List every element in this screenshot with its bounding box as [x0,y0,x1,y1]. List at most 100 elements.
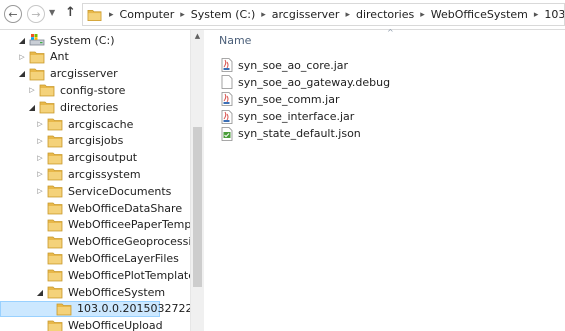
file-list: Name ^ syn_soe_ao_core.jar syn_soe_ao_gat… [205,28,565,331]
tree-item[interactable]: ▷ ServiceDocuments [0,183,190,199]
breadcrumb-item[interactable]: directories [354,8,416,21]
tree-item[interactable]: ▷ arcgisoutput [0,150,190,166]
tree-item[interactable]: ▷ arcgiscache [0,116,190,132]
address-bar: ← → ▼ ↑ ▸ Computer ▸ System (C:) ▸ arcgisserv… [0,0,565,30]
collapsed-arrow-icon[interactable]: ▷ [18,53,26,61]
tree-item[interactable]: ▷ arcgissystem [0,166,190,182]
tree-item[interactable]: ◢ WebOfficeSystem [0,284,190,300]
recent-locations-button[interactable]: ▼ [49,8,55,17]
file-item[interactable]: syn_soe_ao_gateway.debug [221,74,390,90]
tree-item-label: WebOfficeDataShare [68,201,183,215]
tree-item-label: directories [60,100,119,114]
chevron-right-icon[interactable]: ▸ [105,10,118,20]
collapsed-arrow-icon[interactable]: ▷ [36,170,44,178]
folder-icon [29,51,45,64]
scroll-up-icon[interactable]: ▲ [191,32,204,40]
drive-icon [29,34,45,46]
tree-item[interactable]: ◢ directories [0,99,190,115]
folder-icon [47,168,63,181]
collapsed-arrow-icon[interactable]: ▷ [28,86,36,94]
tree-item-label: arcgisjobs [68,134,124,148]
jar-file-icon [221,58,233,72]
folder-icon [47,202,63,215]
tree-item[interactable]: ◢ arcgisserver [0,66,190,82]
tree-item-label: WebOfficeGeoprocessing [68,235,190,249]
navigation-pane: ◢ System (C:) ▷ Ant ◢ arcgisserver ▷ config-sto… [0,30,190,331]
chevron-right-icon[interactable]: ▸ [341,10,354,20]
arrow-up-icon: ↑ [65,5,76,20]
breadcrumb[interactable]: ▸ Computer ▸ System (C:) ▸ arcgisserver ▸ direc… [82,3,565,26]
expanded-arrow-icon[interactable]: ◢ [36,288,44,297]
file-name: syn_soe_ao_core.jar [238,58,349,72]
tree-item[interactable]: WebOfficeGeoprocessing [0,234,190,250]
scrollbar-thumb[interactable] [193,127,202,287]
folder-icon [47,252,63,265]
breadcrumb-item[interactable]: WebOfficeSystem [429,8,530,21]
folder-icon [87,9,102,21]
collapsed-arrow-icon[interactable]: ▷ [36,154,44,162]
file-item[interactable]: syn_soe_ao_core.jar [221,57,348,73]
file-item[interactable]: syn_state_default.json [221,126,361,142]
blank-file-icon [221,75,233,90]
expanded-arrow-icon[interactable]: ◢ [18,36,26,45]
tree-item[interactable]: WebOfficeLayerFiles [0,250,190,266]
name-column-label: Name [219,34,252,47]
tree-item[interactable]: ▷ config-store [0,82,190,98]
collapsed-arrow-icon[interactable]: ▷ [36,187,44,195]
file-name: syn_soe_ao_gateway.debug [238,75,391,89]
tree-item[interactable]: ▷ Ant [0,49,190,65]
tree-item[interactable]: WebOfficePlotTemplates [0,267,190,283]
up-button[interactable]: ↑ [65,5,76,20]
file-name: syn_soe_comm.jar [238,92,340,106]
sort-ascending-icon: ^ [387,28,394,37]
tree-item-label: WebOfficePlotTemplates [68,268,190,282]
tree-item[interactable]: WebOfficeePaperTemplates [0,217,190,233]
jar-file-icon [221,92,233,107]
folder-icon [47,286,63,299]
breadcrumb-item[interactable]: System (C:) [189,8,258,21]
tree-item[interactable]: ◢ System (C:) [0,32,190,48]
file-item[interactable]: syn_soe_interface.jar [221,109,354,125]
back-button[interactable]: ← [4,5,22,23]
tree-item-label: System (C:) [50,33,115,47]
folder-icon [47,135,63,148]
folder-icon [47,152,63,164]
tree-item[interactable]: ▷ arcgisjobs [0,133,190,149]
folder-icon [56,303,72,316]
folder-icon [39,84,55,97]
name-column-header[interactable]: Name [219,34,251,47]
folder-icon [29,68,45,80]
breadcrumb-item[interactable]: Computer [118,8,177,21]
json-file-icon [221,126,233,141]
breadcrumb-item[interactable]: arcgisserver [270,8,342,21]
chevron-right-icon[interactable]: ▸ [176,10,189,20]
tree-item-label: Ant [50,50,69,64]
tree-item-label: WebOfficeLayerFiles [68,251,179,265]
jar-file-icon [221,109,233,124]
folder-icon [47,269,63,282]
tree-item-label: ServiceDocuments [68,184,172,198]
tree-item[interactable]: WebOfficeDataShare [0,200,190,216]
chevron-down-icon: ▼ [49,8,56,17]
navigation-scrollbar[interactable]: ▲ [190,30,204,331]
file-item[interactable]: syn_soe_comm.jar [221,91,339,107]
expanded-arrow-icon[interactable]: ◢ [28,103,36,112]
tree-item-label: arcgiscache [68,117,134,131]
collapsed-arrow-icon[interactable]: ▷ [36,137,44,145]
chevron-right-icon[interactable]: ▸ [416,10,429,20]
arrow-right-icon: → [31,7,41,21]
chevron-right-icon[interactable]: ▸ [257,10,270,20]
tree-item[interactable]: 103.0.0.201503272239 [0,300,190,317]
folder-icon [39,101,55,114]
tree-item[interactable]: WebOfficeUpload [0,318,190,331]
tree-item-label: WebOfficeSystem [68,285,166,299]
collapsed-arrow-icon[interactable]: ▷ [36,120,44,128]
tree-item-label: WebOfficeUpload [68,319,163,331]
breadcrumb-item[interactable]: 103.0.0.201503272239 [542,8,564,21]
expanded-arrow-icon[interactable]: ◢ [18,69,26,78]
chevron-right-icon[interactable]: ▸ [530,10,543,20]
folder-icon [47,236,63,248]
tree-item-label: arcgisserver [50,67,118,81]
forward-button[interactable]: → [27,5,45,23]
tree-item-label: 103.0.0.201503272239 [77,302,190,316]
